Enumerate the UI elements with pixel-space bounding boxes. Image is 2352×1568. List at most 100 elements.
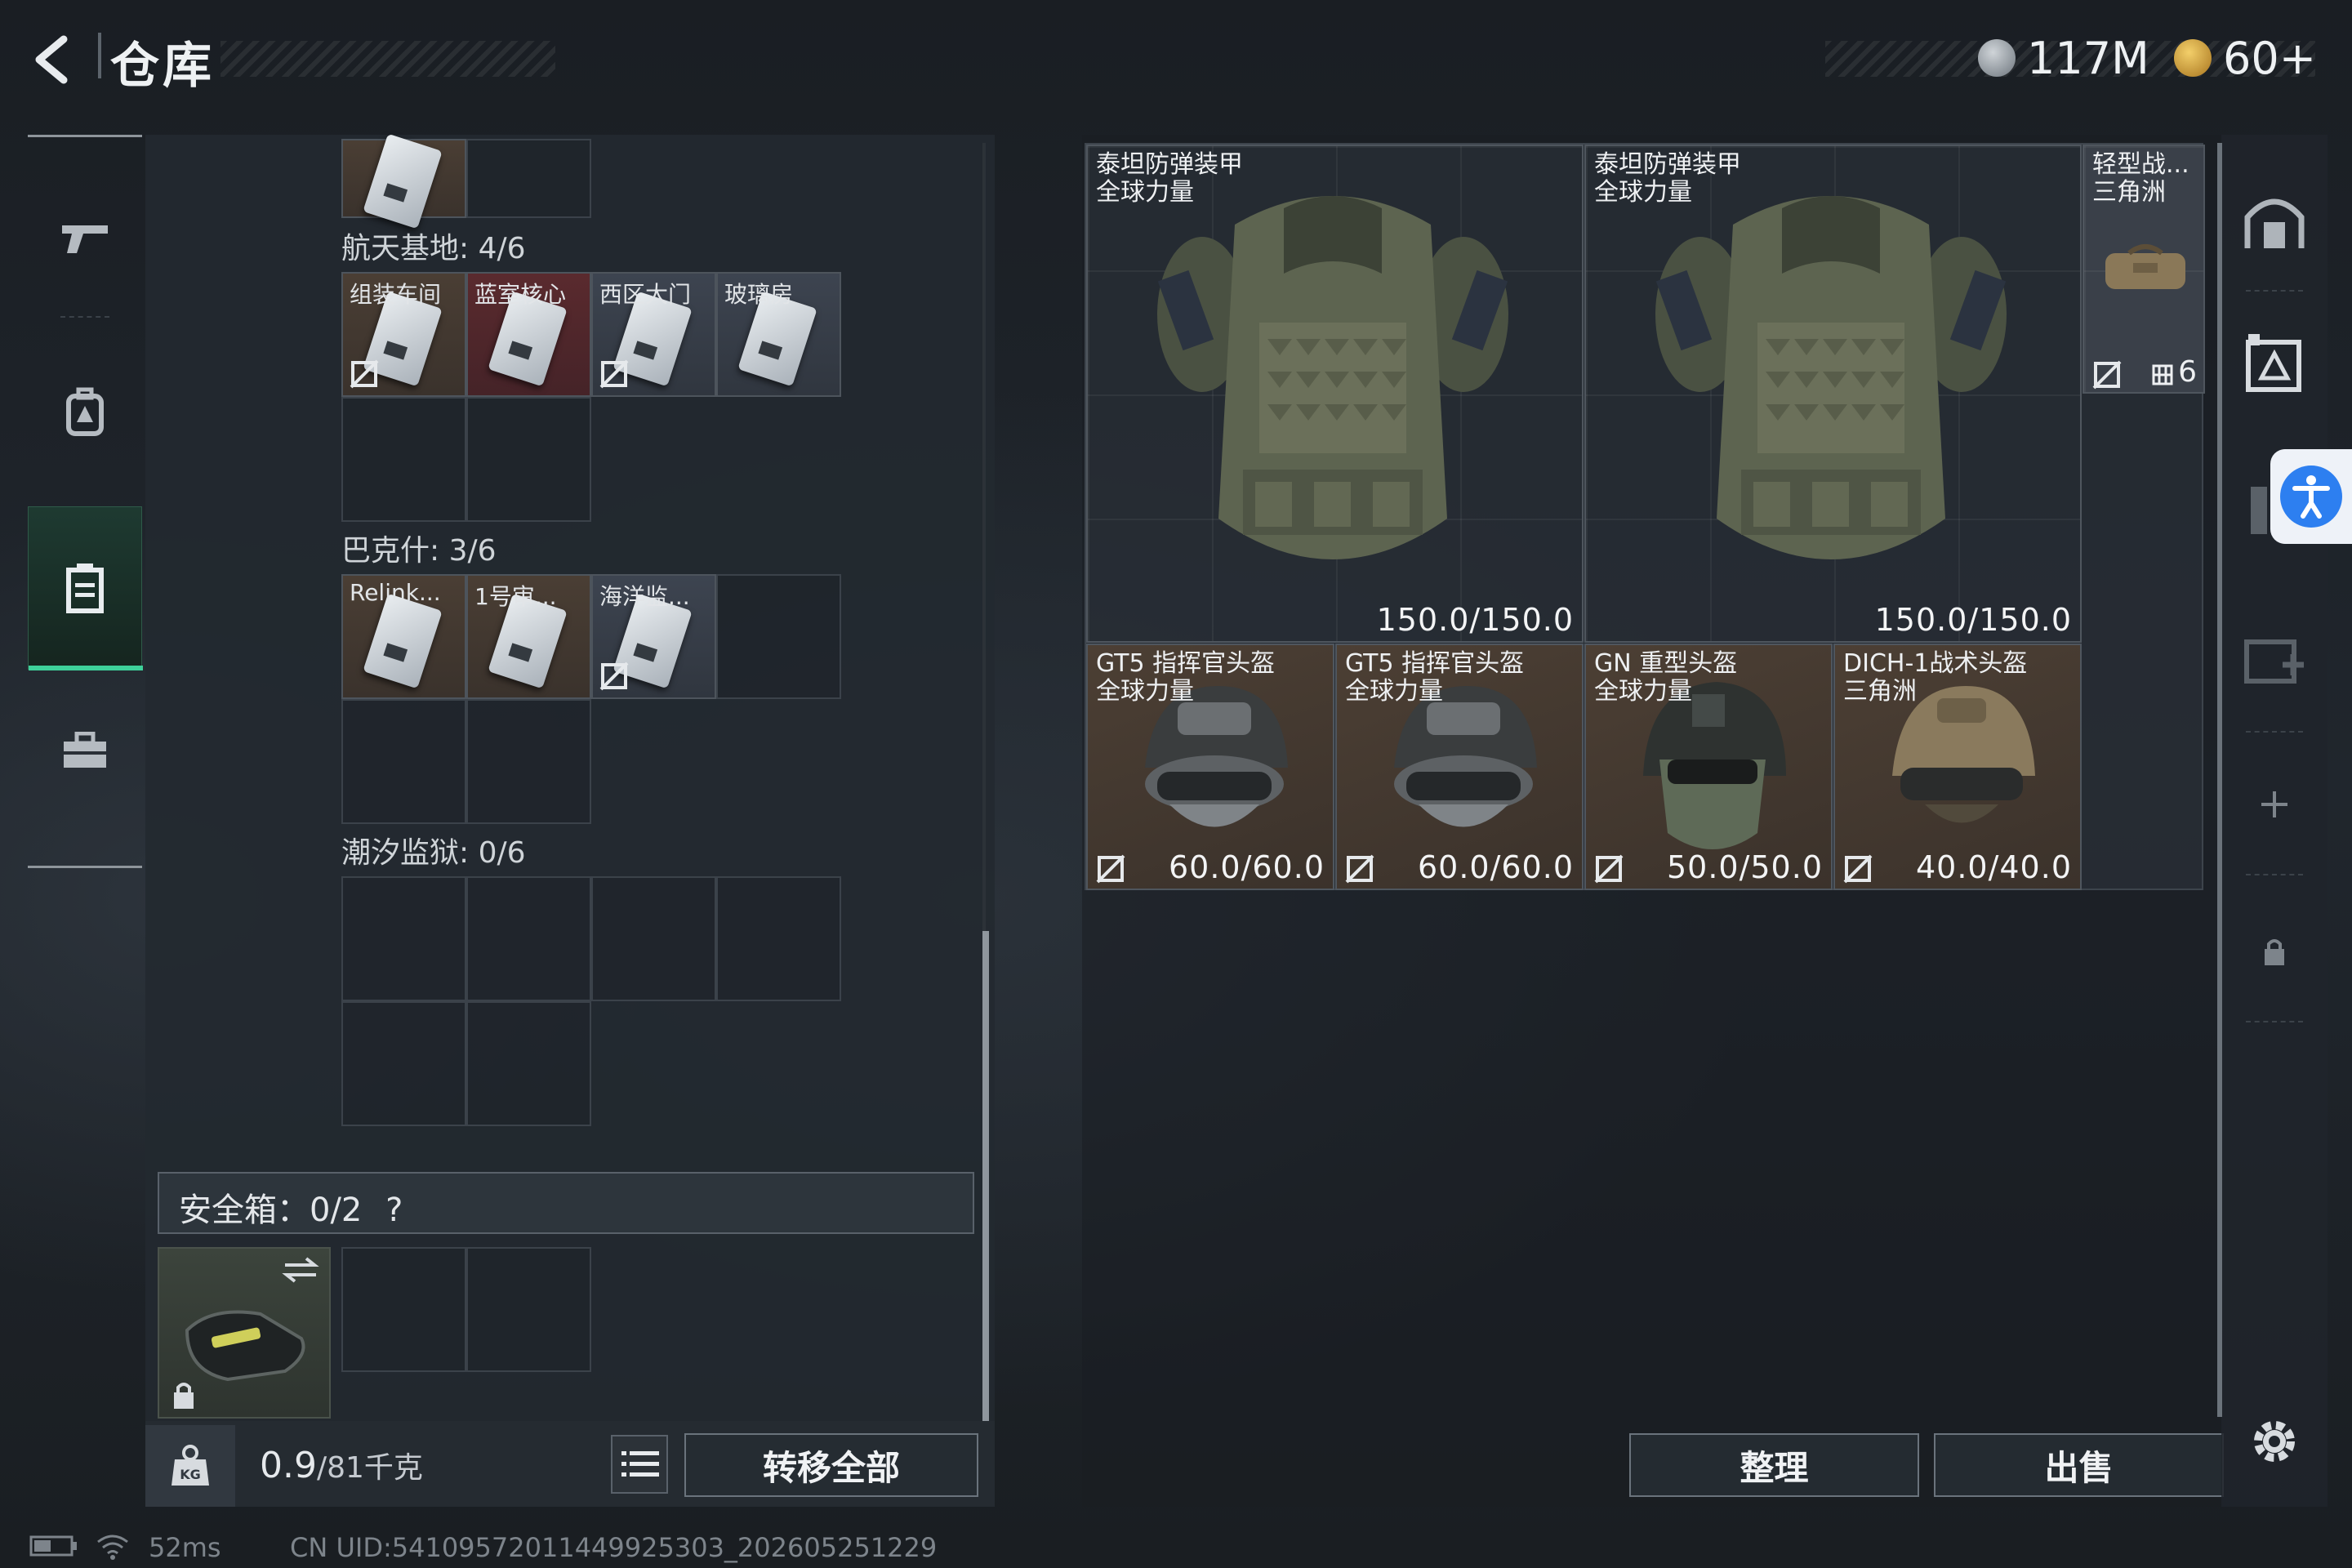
weight-value: 0.9 bbox=[260, 1445, 317, 1486]
weight-icon-box: KG bbox=[145, 1425, 235, 1507]
coin-amount: 117M bbox=[2027, 32, 2149, 84]
empty-slot[interactable] bbox=[341, 397, 466, 522]
item-name: 海洋监... bbox=[599, 583, 690, 610]
section-label-bakhsh: 巴克什: 3/6 bbox=[341, 534, 497, 568]
empty-slot[interactable] bbox=[341, 1001, 466, 1126]
nav-weapons[interactable] bbox=[28, 155, 142, 318]
page-divider bbox=[2246, 731, 2303, 733]
accessibility-button[interactable] bbox=[2270, 449, 2352, 544]
keycard-item[interactable]: 西区大门 bbox=[591, 272, 716, 397]
safe-box-label: 安全箱：0/2 ? bbox=[179, 1192, 403, 1229]
back-arrow-icon[interactable] bbox=[24, 31, 82, 88]
sort-button[interactable]: 整理 bbox=[1629, 1433, 1919, 1497]
bag-item[interactable]: 轻型战... 三角洲 6 bbox=[2082, 145, 2205, 394]
durability: 150.0/150.0 bbox=[1376, 602, 1574, 638]
keycard-image bbox=[363, 593, 443, 689]
empty-slot[interactable] bbox=[466, 876, 591, 1001]
nav-toolbox[interactable] bbox=[28, 690, 142, 813]
keycard-item[interactable]: 组装车间 bbox=[341, 272, 466, 397]
no-insure-icon bbox=[599, 359, 629, 389]
slot-count: 6 bbox=[2152, 355, 2197, 389]
safe-slot[interactable] bbox=[341, 1247, 466, 1372]
accessibility-icon bbox=[2280, 466, 2342, 528]
no-insure-icon bbox=[1843, 854, 1873, 884]
lock-icon bbox=[174, 1383, 194, 1409]
settings-button[interactable] bbox=[2238, 1405, 2311, 1478]
item-name: 组装车间 bbox=[350, 281, 442, 308]
nav-backpack[interactable] bbox=[28, 331, 142, 494]
item-name: 西区大门 bbox=[599, 281, 692, 308]
keycard-item[interactable]: 蓝室核心 bbox=[466, 272, 591, 397]
stash-page-main[interactable] bbox=[2238, 184, 2311, 257]
keycard-item[interactable]: Relink... bbox=[341, 574, 466, 699]
empty-slot[interactable] bbox=[466, 139, 591, 218]
empty-slot[interactable] bbox=[591, 876, 716, 1001]
sell-button[interactable]: 出售 bbox=[1934, 1433, 2224, 1497]
stash-add-icon bbox=[2244, 639, 2304, 684]
weight-max: /81千克 bbox=[316, 1451, 423, 1485]
item-name: DICH-1战术头盔 三角洲 bbox=[1843, 649, 2028, 706]
page-divider bbox=[2246, 290, 2303, 292]
safe-case-item[interactable] bbox=[158, 1247, 331, 1419]
currency-coins[interactable]: 117M bbox=[1978, 29, 2149, 87]
durability: 40.0/40.0 bbox=[1915, 849, 2072, 885]
armor-item[interactable]: 泰坦防弹装甲 全球力量 150.0/150.0 bbox=[1086, 145, 1584, 643]
grid-slots-icon bbox=[2152, 364, 2173, 385]
helmet-item[interactable]: DICH-1战术头盔 三角洲 40.0/40.0 bbox=[1833, 644, 2082, 890]
no-insure-icon bbox=[1594, 854, 1624, 884]
keycard-item-partial[interactable] bbox=[341, 133, 466, 229]
weight-icon: KG bbox=[172, 1445, 209, 1486]
item-name: Relink... bbox=[350, 579, 441, 606]
lock-icon bbox=[2265, 939, 2284, 965]
stash-page-2[interactable] bbox=[2238, 327, 2311, 400]
empty-slot[interactable] bbox=[466, 699, 591, 824]
list-view-button[interactable] bbox=[611, 1435, 668, 1494]
page-divider bbox=[2246, 1021, 2303, 1022]
safe-box-header: 安全箱：0/2 ? bbox=[158, 1172, 974, 1234]
item-name: GN 重型头盔 全球力量 bbox=[1594, 649, 1738, 706]
section-label-tidal-prison: 潮汐监狱: 0/6 bbox=[341, 836, 526, 870]
ping-text: 52ms bbox=[149, 1532, 221, 1563]
empty-slot[interactable] bbox=[341, 699, 466, 824]
no-insure-icon bbox=[599, 662, 629, 691]
locked-page[interactable] bbox=[2238, 915, 2311, 988]
wifi-icon bbox=[97, 1535, 128, 1560]
keycard-item[interactable]: 玻璃房 bbox=[716, 272, 841, 397]
nav-top-line bbox=[28, 135, 142, 137]
left-scrollbar[interactable] bbox=[982, 931, 989, 1421]
item-name: 泰坦防弹装甲 全球力量 bbox=[1594, 150, 1741, 207]
no-insure-icon bbox=[1345, 854, 1374, 884]
help-icon[interactable]: ? bbox=[385, 1192, 403, 1229]
helmet-item[interactable]: GT5 指挥官头盔 全球力量 60.0/60.0 bbox=[1335, 644, 1584, 890]
svg-text:KG: KG bbox=[180, 1467, 201, 1482]
armor-vest-image bbox=[1655, 196, 2007, 559]
item-name: GT5 指挥官头盔 全球力量 bbox=[1096, 649, 1276, 706]
helmet-item[interactable]: GT5 指挥官头盔 全球力量 60.0/60.0 bbox=[1086, 644, 1334, 890]
category-nav bbox=[28, 135, 143, 870]
add-page-button[interactable] bbox=[2238, 768, 2311, 841]
ticket-amount: 60+ bbox=[2223, 32, 2316, 84]
title-divider bbox=[98, 33, 101, 78]
status-bar: 52ms CN UID:5410957201144992530​3_202605… bbox=[0, 1527, 2352, 1568]
durability: 60.0/60.0 bbox=[1168, 849, 1325, 885]
currency-tickets[interactable]: 60+ bbox=[2174, 29, 2316, 87]
nav-container[interactable] bbox=[28, 506, 143, 670]
helmet-item[interactable]: GN 重型头盔 全球力量 50.0/50.0 bbox=[1584, 644, 1833, 890]
empty-slot[interactable] bbox=[466, 1001, 591, 1126]
empty-slot[interactable] bbox=[716, 574, 841, 699]
armor-item[interactable]: 泰坦防弹装甲 全球力量 150.0/150.0 bbox=[1584, 145, 2082, 643]
stash-page-4[interactable] bbox=[2238, 621, 2311, 694]
plus-icon bbox=[2261, 791, 2287, 817]
empty-slot[interactable] bbox=[466, 397, 591, 522]
page-title: 仓库 bbox=[110, 38, 215, 95]
right-scroll-track[interactable] bbox=[2217, 143, 2222, 1417]
title-decoration bbox=[220, 41, 555, 77]
safe-slot[interactable] bbox=[466, 1247, 591, 1372]
swap-icon[interactable] bbox=[282, 1255, 319, 1285]
transfer-all-button[interactable]: 转移全部 bbox=[684, 1433, 978, 1497]
empty-slot[interactable] bbox=[716, 876, 841, 1001]
empty-slot[interactable] bbox=[341, 876, 466, 1001]
keycard-item[interactable]: 海洋监... bbox=[591, 574, 716, 699]
keycard-item[interactable]: 1号审... bbox=[466, 574, 591, 699]
page-divider bbox=[2246, 874, 2303, 875]
